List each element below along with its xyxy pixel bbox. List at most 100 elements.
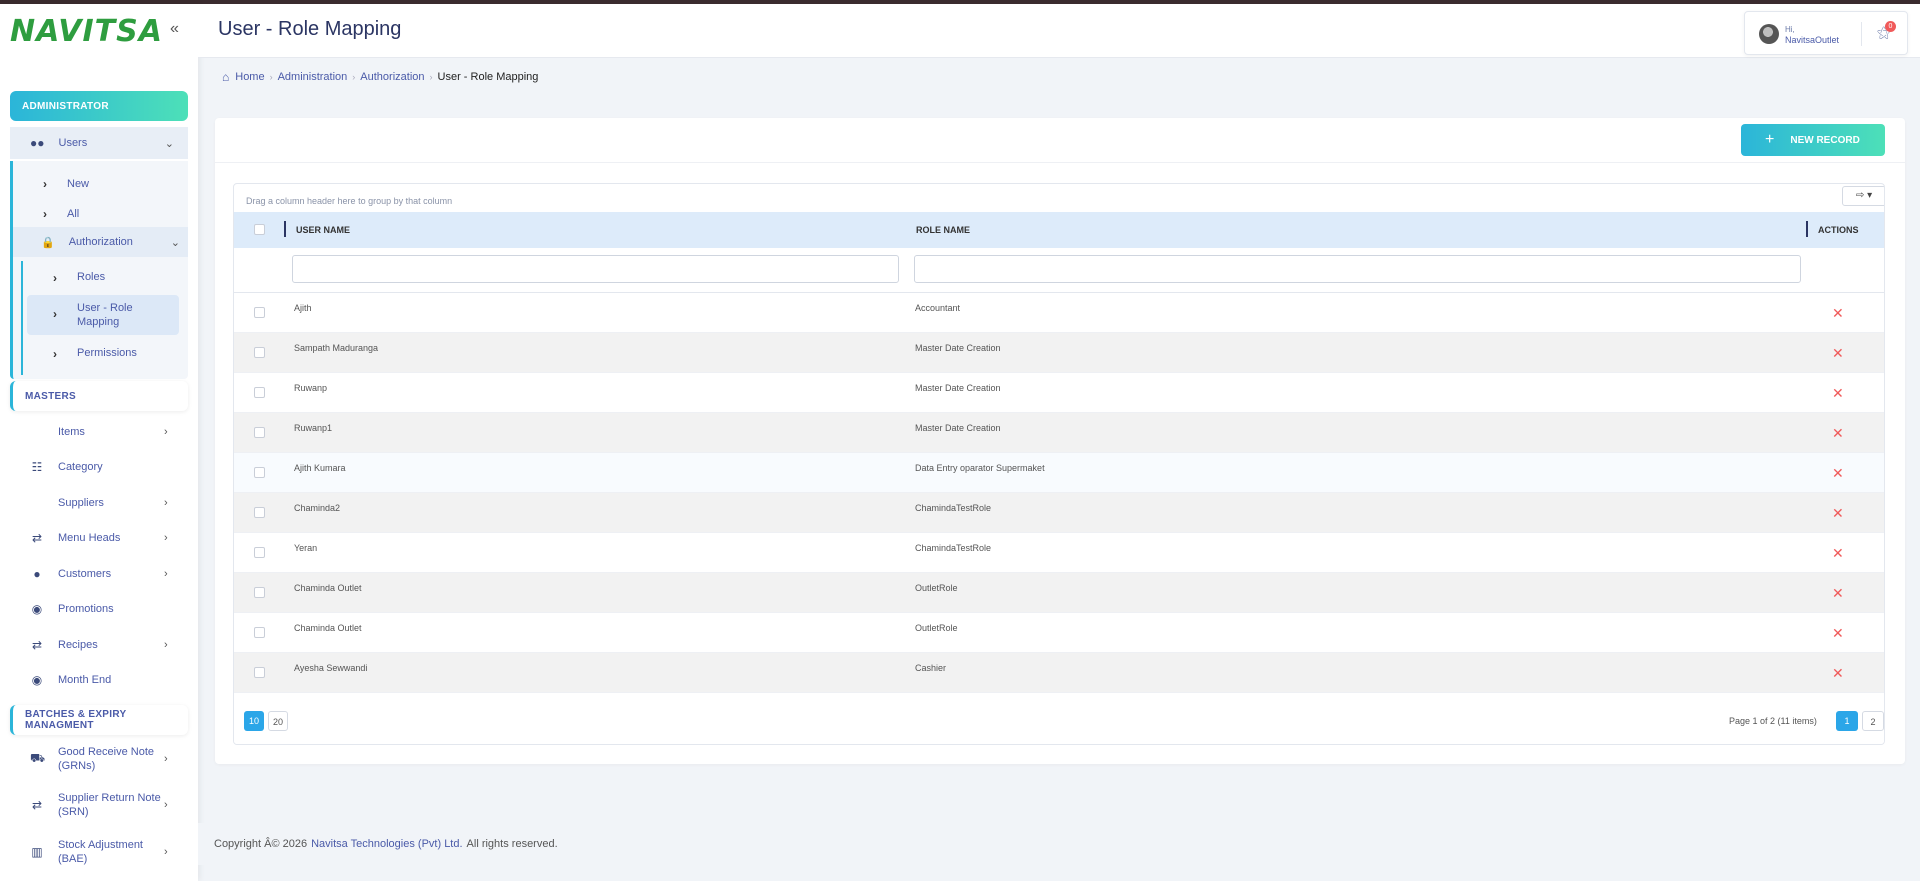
collapse-sidebar-icon[interactable]: «	[170, 20, 179, 38]
section-batches-expiry: BATCHES & EXPIRY MANAGMENT	[10, 705, 188, 735]
delete-icon[interactable]: ✕	[1832, 465, 1844, 482]
row-checkbox[interactable]	[254, 347, 265, 358]
sidebar-item-roles[interactable]: › Roles	[53, 271, 105, 285]
table-row[interactable]: Ajith Accountant ✕	[234, 293, 1884, 333]
delete-icon[interactable]: ✕	[1832, 625, 1844, 642]
group-panel[interactable]: Drag a column header here to group by th…	[246, 196, 452, 206]
card-toolbar: + NEW RECORD	[215, 118, 1905, 163]
delete-icon[interactable]: ✕	[1832, 585, 1844, 602]
sidebar-item-month-end[interactable]: ◉ Month End	[0, 665, 198, 695]
company-link[interactable]: Navitsa Technologies (Pvt) Ltd.	[311, 838, 462, 850]
sidebar-item-suppliers[interactable]: Suppliers ›	[0, 488, 198, 518]
row-checkbox[interactable]	[254, 307, 265, 318]
sidebar-item-permissions[interactable]: › Permissions	[53, 347, 137, 361]
chevron-right-icon: ›	[164, 532, 168, 544]
sidebar-item-new[interactable]: › New	[43, 177, 89, 191]
users-icon: ●	[33, 567, 41, 581]
delete-icon[interactable]: ✕	[1832, 425, 1844, 442]
sidebar-item-customers[interactable]: ● Customers ›	[0, 559, 198, 589]
row-checkbox[interactable]	[254, 427, 265, 438]
sidebar-item-category[interactable]: ☷ Category	[0, 452, 198, 482]
chevron-right-icon: ›	[164, 426, 168, 438]
user-profile-box[interactable]: Hi, NavitsaOutlet ⚝ 0	[1744, 11, 1908, 55]
sidebar-item-users[interactable]: ●● Users ⌄	[10, 127, 188, 159]
sidebar-item-items[interactable]: Items ›	[0, 417, 198, 447]
exchange-icon: ⇄	[31, 798, 43, 812]
delete-icon[interactable]: ✕	[1832, 545, 1844, 562]
sidebar-item-user-role-mapping[interactable]: › User - Role Mapping	[53, 301, 133, 329]
chevron-down-icon: ⌄	[164, 137, 174, 150]
page-title: User - Role Mapping	[218, 18, 402, 40]
page-2-button[interactable]: 2	[1862, 711, 1884, 731]
top-header: User - Role Mapping Hi, NavitsaOutlet ⚝ …	[198, 4, 1920, 58]
chevron-right-icon: ›	[53, 347, 57, 361]
export-button[interactable]: ⇨ ▾	[1842, 186, 1884, 206]
delete-icon[interactable]: ✕	[1832, 665, 1844, 682]
row-checkbox[interactable]	[254, 587, 265, 598]
role-name-filter-input[interactable]	[914, 255, 1801, 283]
page-size-10[interactable]: 10	[244, 711, 264, 731]
select-all-checkbox[interactable]	[254, 224, 265, 235]
table-row[interactable]: Ajith Kumara Data Entry oparator Superma…	[234, 453, 1884, 493]
page-size-20[interactable]: 20	[268, 711, 288, 731]
chevron-right-icon: ›	[164, 639, 168, 651]
breadcrumb-current: User - Role Mapping	[437, 71, 539, 83]
table-row[interactable]: Chaminda Outlet OutletRole ✕	[234, 573, 1884, 613]
row-checkbox[interactable]	[254, 387, 265, 398]
sidebar-item-srn[interactable]: ⇄ Supplier Return Note (SRN) ›	[0, 789, 198, 821]
table-row[interactable]: Ruwanp1 Master Date Creation ✕	[234, 413, 1884, 453]
breadcrumb-home[interactable]: Home	[235, 71, 264, 83]
sidebar-item-stock-adjustment[interactable]: ▥ Stock Adjustment (BAE) ›	[0, 836, 198, 868]
sidebar-item-promotions[interactable]: ◉ Promotions	[0, 594, 198, 624]
home-icon[interactable]: ⌂	[222, 70, 229, 84]
content-card: + NEW RECORD Drag a column header here t…	[215, 118, 1905, 764]
delete-icon[interactable]: ✕	[1832, 385, 1844, 402]
chevron-right-icon: ›	[164, 568, 168, 580]
table-row[interactable]: Ayesha Sewwandi Cashier ✕	[234, 653, 1884, 693]
sidebar-item-recipes[interactable]: ⇄ Recipes ›	[0, 630, 198, 660]
avatar[interactable]	[1759, 24, 1779, 44]
new-record-button[interactable]: + NEW RECORD	[1741, 124, 1885, 156]
delete-icon[interactable]: ✕	[1832, 305, 1844, 322]
table-row[interactable]: Chaminda2 ChamindaTestRole ✕	[234, 493, 1884, 533]
plus-icon: +	[1765, 131, 1775, 148]
users-submenu: › New › All 🔒 Authorization ⌄ › Roles › …	[10, 161, 188, 379]
table-row[interactable]: Sampath Maduranga Master Date Creation ✕	[234, 333, 1884, 373]
sitemap-icon: ☷	[31, 460, 43, 474]
table-row[interactable]: Yeran ChamindaTestRole ✕	[234, 533, 1884, 573]
grid-header-row: USER NAME ROLE NAME ACTIONS	[234, 212, 1884, 248]
chevron-right-icon: ›	[164, 799, 168, 811]
chevron-down-icon: ⌄	[170, 236, 180, 249]
page-1-button[interactable]: 1	[1836, 711, 1858, 731]
chevron-right-icon: ›	[53, 307, 57, 321]
table-row[interactable]: Chaminda Outlet OutletRole ✕	[234, 613, 1884, 653]
delete-icon[interactable]: ✕	[1832, 345, 1844, 362]
footer: Copyright Â© 2026 Navitsa Technologies (…	[198, 823, 1920, 865]
row-checkbox[interactable]	[254, 507, 265, 518]
sidebar-item-menu-heads[interactable]: ⇄ Menu Heads ›	[0, 523, 198, 553]
row-checkbox[interactable]	[254, 667, 265, 678]
delete-icon[interactable]: ✕	[1832, 505, 1844, 522]
navitsa-logo[interactable]: NAVITSA	[10, 14, 163, 49]
column-header-role-name[interactable]: ROLE NAME	[916, 212, 970, 248]
table-row[interactable]: Ruwanp Master Date Creation ✕	[234, 373, 1884, 413]
section-administrator: ADMINISTRATOR	[10, 91, 188, 121]
row-checkbox[interactable]	[254, 547, 265, 558]
row-checkbox[interactable]	[254, 467, 265, 478]
users-icon: ●●	[30, 136, 45, 150]
sidebar-item-authorization[interactable]: 🔒 Authorization ⌄	[13, 227, 188, 257]
authorization-submenu: › Roles › User - Role Mapping › Permissi…	[21, 261, 188, 375]
breadcrumb-administration[interactable]: Administration	[278, 71, 348, 83]
truck-icon: ⛟	[30, 751, 46, 765]
row-checkbox[interactable]	[254, 627, 265, 638]
section-masters: MASTERS	[10, 381, 188, 411]
breadcrumb-authorization[interactable]: Authorization	[360, 71, 424, 83]
lock-icon: 🔒	[41, 236, 55, 249]
sidebar-item-grn[interactable]: ⛟ Good Receive Note (GRNs) ›	[0, 743, 198, 775]
user-name-filter-input[interactable]	[292, 255, 899, 283]
sidebar-item-all[interactable]: › All	[43, 207, 79, 221]
column-header-user-name[interactable]: USER NAME	[296, 212, 350, 248]
chevron-right-icon: ›	[164, 846, 168, 858]
piggy-bank-icon: ◉	[31, 602, 43, 616]
chevron-right-icon: ›	[164, 753, 168, 765]
